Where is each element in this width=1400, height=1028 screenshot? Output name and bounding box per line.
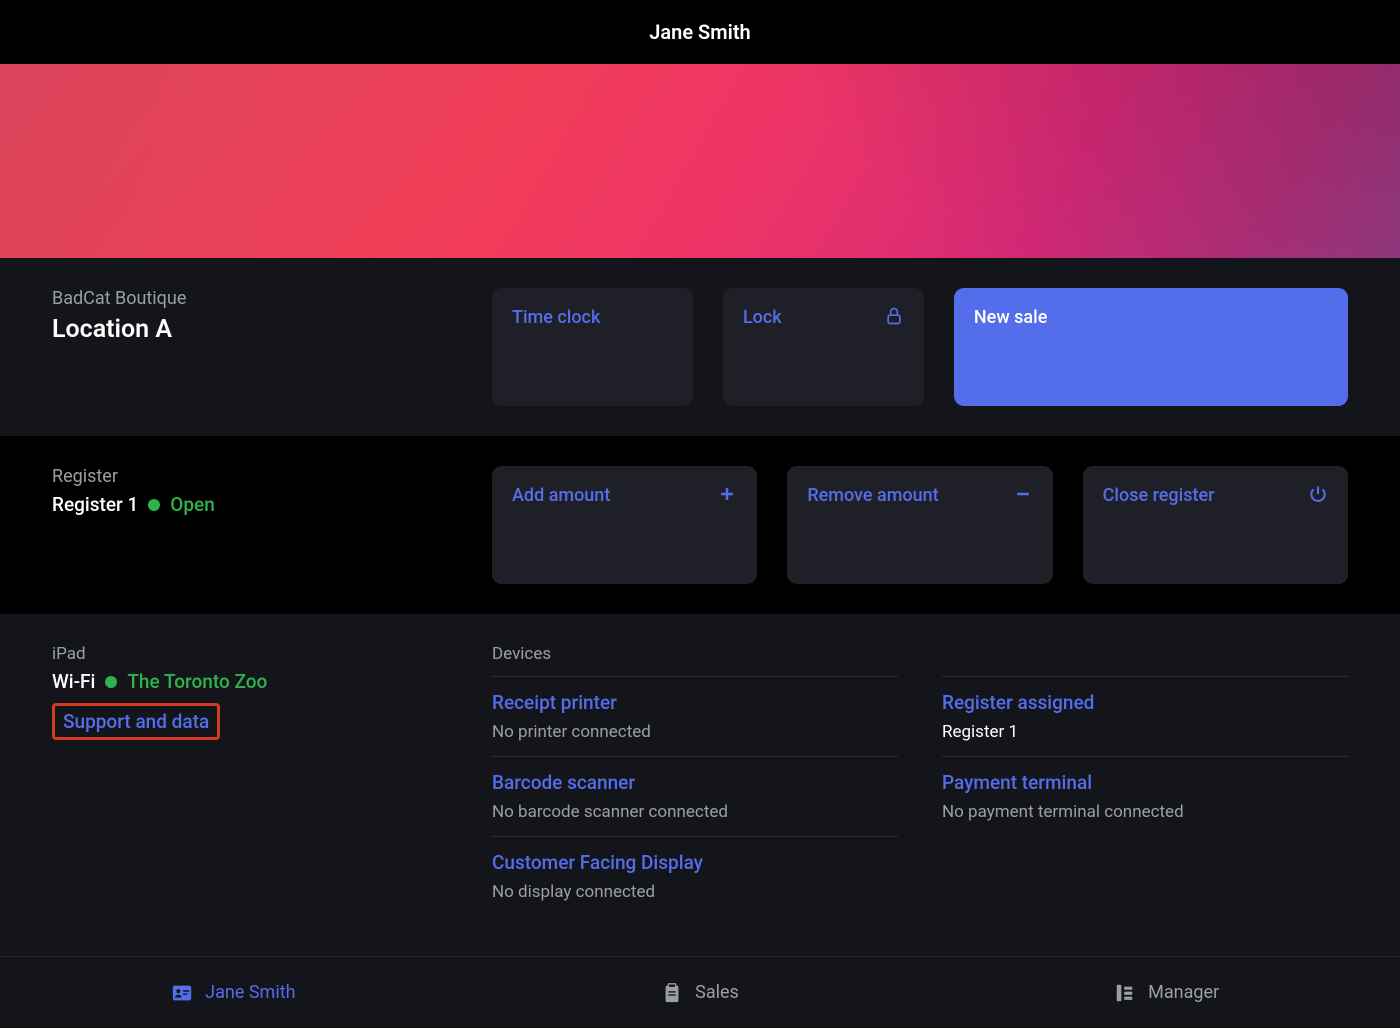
device-item: Barcode scanner No barcode scanner conne…	[492, 756, 898, 836]
device-item: Payment terminal No payment terminal con…	[942, 756, 1348, 836]
receipt-printer-link[interactable]: Receipt printer	[492, 691, 898, 714]
register-assigned-value: Register 1	[942, 722, 1348, 742]
device-item: Receipt printer No printer connected	[492, 676, 898, 756]
register-status-line: Register 1 Open	[52, 493, 462, 516]
bottom-bar: Jane Smith Sales Manager	[0, 956, 1400, 1028]
tab-sales[interactable]: Sales	[467, 957, 934, 1028]
new-sale-button[interactable]: New sale	[954, 288, 1348, 406]
device-item: Customer Facing Display No display conne…	[492, 836, 898, 916]
tab-profile-label: Jane Smith	[205, 982, 295, 1003]
lock-button[interactable]: Lock	[723, 288, 924, 406]
register-status: Open	[170, 493, 215, 516]
tab-manager-label: Manager	[1148, 982, 1219, 1003]
ipad-label: iPad	[52, 644, 462, 664]
barcode-scanner-status: No barcode scanner connected	[492, 802, 898, 822]
power-icon	[1308, 484, 1328, 504]
minus-icon	[1013, 484, 1033, 504]
support-and-data-link[interactable]: Support and data	[52, 703, 220, 740]
devices-header: Devices	[492, 644, 898, 664]
register-name: Register 1	[52, 493, 138, 516]
remove-amount-button[interactable]: Remove amount	[787, 466, 1052, 584]
payment-terminal-link[interactable]: Payment terminal	[942, 771, 1348, 794]
customer-display-link[interactable]: Customer Facing Display	[492, 851, 898, 874]
page-title: Jane Smith	[649, 20, 750, 44]
devices-section: iPad Wi-Fi The Toronto Zoo Support and d…	[0, 614, 1400, 956]
lock-label: Lock	[743, 306, 782, 329]
register-section: Register Register 1 Open Add amount Remo…	[0, 436, 1400, 614]
receipt-printer-status: No printer connected	[492, 722, 898, 742]
store-section: BadCat Boutique Location A Time clock Lo…	[0, 258, 1400, 436]
wifi-network-name: The Toronto Zoo	[127, 670, 267, 693]
manager-icon	[1114, 982, 1136, 1004]
devices-header-spacer	[942, 644, 1348, 664]
store-name: BadCat Boutique	[52, 288, 462, 309]
register-label: Register	[52, 466, 462, 487]
customer-display-status: No display connected	[492, 882, 898, 902]
top-bar: Jane Smith	[0, 0, 1400, 64]
barcode-scanner-link[interactable]: Barcode scanner	[492, 771, 898, 794]
plus-icon	[717, 484, 737, 504]
close-register-button[interactable]: Close register	[1083, 466, 1348, 584]
add-amount-button[interactable]: Add amount	[492, 466, 757, 584]
wifi-label: Wi-Fi	[52, 670, 95, 693]
time-clock-button[interactable]: Time clock	[492, 288, 693, 406]
add-amount-label: Add amount	[512, 484, 610, 507]
register-assigned-link[interactable]: Register assigned	[942, 691, 1348, 714]
tab-profile[interactable]: Jane Smith	[0, 957, 467, 1028]
remove-amount-label: Remove amount	[807, 484, 938, 507]
device-item: Register assigned Register 1	[942, 676, 1348, 756]
payment-terminal-status: No payment terminal connected	[942, 802, 1348, 822]
lock-icon	[884, 306, 904, 326]
wifi-line: Wi-Fi The Toronto Zoo	[52, 670, 462, 693]
hero-banner	[0, 64, 1400, 258]
tab-manager[interactable]: Manager	[933, 957, 1400, 1028]
clipboard-icon	[661, 982, 683, 1004]
close-register-label: Close register	[1103, 484, 1215, 507]
wifi-status-dot-icon	[105, 676, 117, 688]
profile-card-icon	[171, 982, 193, 1004]
time-clock-label: Time clock	[512, 306, 600, 329]
location-name: Location A	[52, 315, 462, 344]
status-dot-icon	[148, 499, 160, 511]
new-sale-label: New sale	[974, 306, 1047, 329]
tab-sales-label: Sales	[695, 982, 739, 1003]
